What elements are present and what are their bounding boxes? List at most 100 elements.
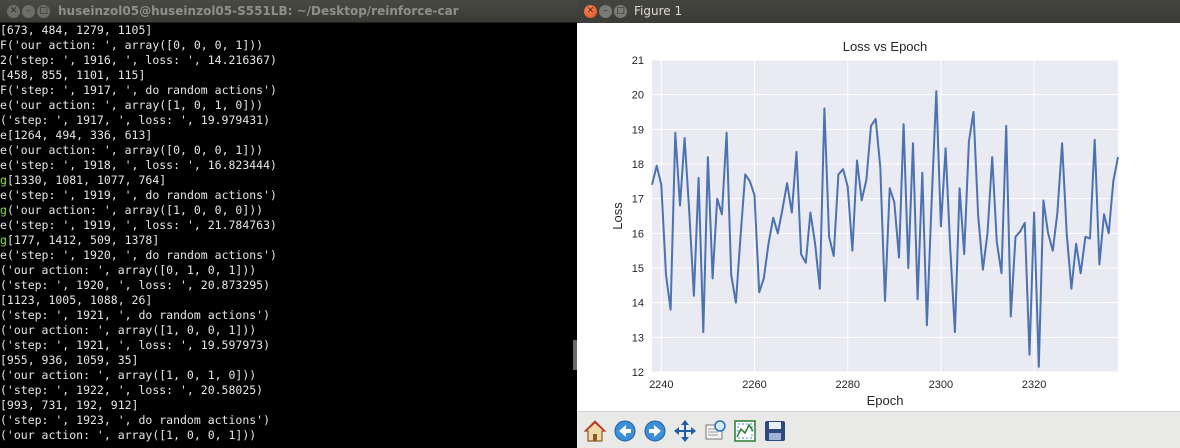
figure-minimize-button[interactable]: – [599, 5, 612, 18]
figure-toolbar [577, 411, 1180, 448]
terminal-close-button[interactable]: ✕ [7, 5, 20, 18]
terminal-line: [1123, 1005, 1088, 26] [0, 293, 152, 308]
save-icon [765, 421, 785, 441]
terminal-line: ('step: ', 1923, ', do random actions') [0, 413, 270, 428]
terminal-line: ('our action: ', array([1, 0, 1, 0])) [0, 368, 256, 383]
terminal-line: ('step: ', 1920, ', loss: ', 20.873295) [0, 278, 270, 293]
terminal-line-prefix: F [0, 83, 7, 97]
terminal-line-prefix: g [0, 203, 7, 217]
terminal-line-text: ('step: ', 1917, ', loss: ', 19.979431) [0, 113, 271, 127]
zoom-button[interactable] [701, 417, 729, 445]
x-tick-label: 2300 [929, 379, 953, 391]
terminal-output[interactable]: [673, 484, 1279, 1105] F('our action: ', … [0, 23, 572, 448]
minimize-icon: – [603, 6, 608, 16]
y-tick-label: 17 [632, 194, 644, 206]
plot-area [652, 60, 1118, 372]
x-axis-label: Epoch [867, 393, 904, 408]
terminal-line: g('our action: ', array([1, 0, 0, 0])) [0, 203, 263, 218]
terminal-line-text: ('step: ', 1916, ', loss: ', 14.216367) [6, 53, 277, 67]
subplots-button[interactable] [731, 417, 759, 445]
terminal-line-prefix: g [0, 173, 7, 187]
terminal-line-text: [673, 484, 1279, 1105] [0, 23, 153, 37]
terminal-line-prefix: 2 [0, 53, 7, 67]
x-tick-label: 2320 [1022, 379, 1046, 391]
terminal-line-text: ('our action: ', array([1, 0, 1, 0])) [6, 98, 264, 112]
back-button[interactable] [611, 417, 639, 445]
terminal-line-text: ('step: ', 1922, ', loss: ', 20.58025) [0, 383, 264, 397]
y-tick-label: 16 [632, 228, 644, 240]
figure-window[interactable]: ✕ – □ Figure 1 2240 2260 2280 2300 2320 12 13… [577, 0, 1180, 448]
terminal-line-prefix: e [0, 128, 7, 142]
y-tick-label: 12 [632, 367, 644, 379]
terminal-line: e[1264, 494, 336, 613] [0, 128, 152, 143]
terminal-line-text: ('our action: ', array([1, 0, 0, 1])) [0, 428, 257, 442]
terminal-line-text: ('our action: ', array([0, 0, 0, 1])) [6, 38, 264, 52]
terminal-line: e('step: ', 1919, ', loss: ', 21.784763) [0, 218, 277, 233]
close-icon: ✕ [9, 6, 18, 16]
home-button[interactable] [581, 417, 609, 445]
x-tick-label: 2280 [835, 379, 859, 391]
y-tick-label: 19 [632, 124, 644, 136]
terminal-line: g[1330, 1081, 1077, 764] [0, 173, 166, 188]
terminal-line: F('our action: ', array([0, 0, 0, 1])) [0, 38, 263, 53]
maximize-icon: □ [39, 6, 48, 16]
terminal-minimize-button[interactable]: – [22, 5, 35, 18]
close-icon: ✕ [586, 6, 595, 16]
terminal-line-text: ('step: ', 1920, ', do random actions') [6, 248, 277, 262]
terminal-line-prefix: e [0, 218, 7, 232]
pan-button[interactable] [671, 417, 699, 445]
terminal-line-text: [955, 936, 1059, 35] [0, 353, 139, 367]
terminal-line-prefix: g [0, 233, 7, 247]
y-tick-label: 21 [632, 55, 644, 67]
terminal-line-text: ('step: ', 1921, ', loss: ', 19.597973) [0, 338, 271, 352]
terminal-title: huseinzol05@huseinzol05-S551LB: ~/Deskto… [58, 4, 459, 18]
terminal-line: e('step: ', 1920, ', do random actions') [0, 248, 277, 263]
loss-chart: 2240 2260 2280 2300 2320 12 13 14 15 16 17 18 19 20 2… [610, 39, 1119, 408]
figure-close-button[interactable]: ✕ [584, 5, 597, 18]
maximize-icon: □ [616, 6, 625, 16]
terminal-line-text: ('step: ', 1918, ', loss: ', 16.823444) [6, 158, 277, 172]
terminal-line-text: ('step: ', 1919, ', do random actions') [6, 188, 277, 202]
minimize-icon: – [26, 6, 31, 16]
terminal-line-text: ('our action: ', array([1, 0, 0, 1])) [0, 323, 257, 337]
terminal-window[interactable]: ✕ – □ huseinzol05@huseinzol05-S551LB: ~/… [0, 0, 577, 448]
home-icon [583, 420, 607, 442]
y-tick-label: 13 [632, 332, 644, 344]
forward-button[interactable] [641, 417, 669, 445]
y-tick-label: 15 [632, 263, 644, 275]
x-tick-labels: 2240 2260 2280 2300 2320 [649, 379, 1046, 391]
terminal-line: [458, 855, 1101, 115] [0, 68, 145, 83]
terminal-line-text: ('our action: ', array([1, 0, 1, 0])) [0, 368, 257, 382]
terminal-line-prefix: e [0, 98, 7, 112]
figure-maximize-button[interactable]: □ [614, 5, 627, 18]
terminal-line-text: ('step: ', 1917, ', do random actions') [6, 83, 277, 97]
save-button[interactable] [761, 417, 789, 445]
zoom-icon [705, 420, 726, 440]
terminal-line-prefix: e [0, 248, 7, 262]
terminal-line-prefix: e [0, 143, 7, 157]
terminal-line: ('step: ', 1921, ', do random actions') [0, 308, 270, 323]
terminal-line-text: ('step: ', 1921, ', do random actions') [0, 308, 271, 322]
terminal-line: ('our action: ', array([1, 0, 0, 1])) [0, 323, 256, 338]
terminal-line-text: ('step: ', 1920, ', loss: ', 20.873295) [0, 278, 271, 292]
terminal-line: ('our action: ', array([0, 1, 0, 1])) [0, 263, 256, 278]
terminal-line: g[177, 1412, 509, 1378] [0, 233, 159, 248]
terminal-line: e('our action: ', array([1, 0, 1, 0])) [0, 98, 263, 113]
figure-titlebar[interactable]: ✕ – □ Figure 1 [577, 0, 1180, 23]
pan-icon [674, 420, 696, 442]
figure-canvas[interactable]: 2240 2260 2280 2300 2320 12 13 14 15 16 17 18 19 20 2… [577, 23, 1180, 411]
y-tick-label: 14 [632, 298, 644, 310]
y-tick-label: 18 [632, 159, 644, 171]
y-tick-labels: 12 13 14 15 16 17 18 19 20 21 [632, 55, 644, 379]
terminal-titlebar[interactable]: ✕ – □ huseinzol05@huseinzol05-S551LB: ~/… [0, 0, 577, 23]
terminal-line: ('our action: ', array([1, 0, 0, 1])) [0, 428, 256, 443]
terminal-line-text: ('our action: ', array([0, 0, 0, 1])) [6, 143, 264, 157]
terminal-line: F('step: ', 1917, ', do random actions') [0, 83, 277, 98]
terminal-maximize-button[interactable]: □ [37, 5, 50, 18]
terminal-line: ('step: ', 1921, ', loss: ', 19.597973) [0, 338, 270, 353]
terminal-line: e('our action: ', array([0, 0, 0, 1])) [0, 143, 263, 158]
terminal-line: ('step: ', 1922, ', loss: ', 20.58025) [0, 383, 263, 398]
terminal-line-prefix: F [0, 38, 7, 52]
terminal-line-text: [1264, 494, 336, 613] [6, 128, 153, 142]
y-tick-label: 20 [632, 90, 644, 102]
